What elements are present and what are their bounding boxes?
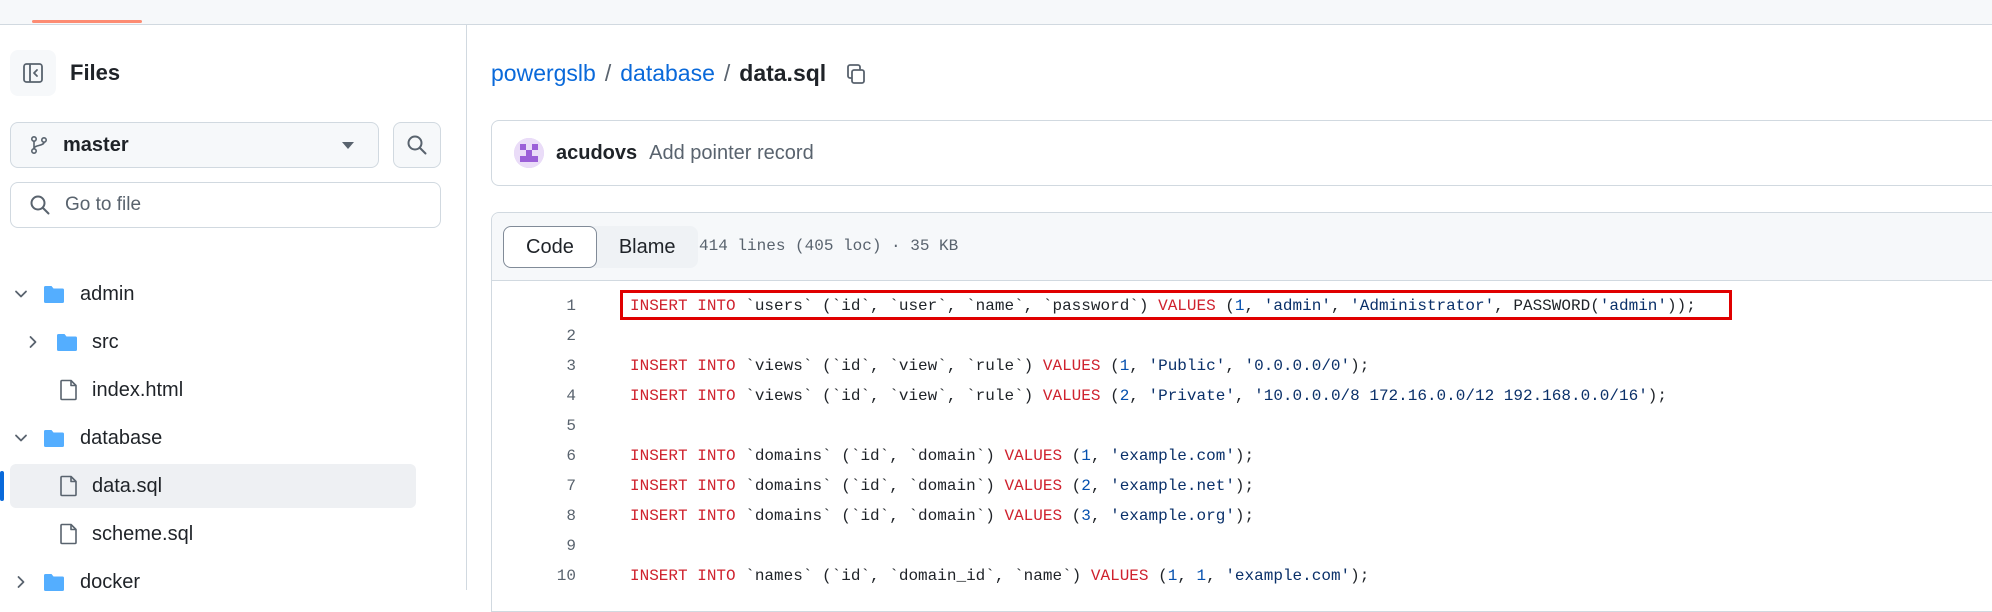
line-number[interactable]: 2 [492,327,576,345]
code-line: 2 [492,321,1992,351]
go-to-file-input[interactable] [63,193,427,217]
collapse-sidebar-button[interactable] [10,50,56,96]
line-number[interactable]: 1 [492,297,576,315]
code-text: INSERT INTO `names` (`id`, `domain_id`, … [630,567,1370,585]
file-icon [60,379,77,401]
breadcrumb-current-file: data.sql [739,60,827,86]
code-line: 5 [492,411,1992,441]
code-line: 9 [492,531,1992,561]
code-text: INSERT INTO `views` (`id`, `view`, `rule… [630,387,1667,405]
tree-item-src[interactable]: src [0,320,466,364]
file-icon [60,523,77,545]
line-number[interactable]: 5 [492,417,576,435]
sidebar-collapse-icon [23,63,43,83]
code-line: 10 INSERT INTO `names` (`id`, `domain_id`… [492,561,1992,591]
file-icon [60,475,77,497]
tab-blame[interactable]: Blame [597,226,698,268]
tree-item-data-sql[interactable]: data.sql [0,464,416,508]
folder-icon [44,574,64,591]
tree-item-admin[interactable]: admin [0,272,466,316]
avatar[interactable] [514,138,544,168]
chevron-down-icon [15,434,27,442]
file-view: powergslb / database / data.sql acudovs … [467,25,1992,612]
code-text: INSERT INTO `views` (`id`, `view`, `rule… [630,357,1370,375]
files-heading: Files [70,60,121,85]
line-number[interactable]: 7 [492,477,576,495]
line-number[interactable]: 3 [492,357,576,375]
code-line: 1 INSERT INTO `users` (`id`, `user`, `nam… [492,290,1992,321]
search-files-button[interactable] [393,122,441,168]
go-to-file-field[interactable] [10,182,441,228]
code-line: 3 INSERT INTO `views` (`id`, `view`, `rul… [492,351,1992,381]
breadcrumb-repo-link[interactable]: powergslb [491,60,596,87]
copy-icon[interactable] [844,62,868,86]
tree-item-label: database [80,427,163,449]
highlight-box [620,290,1732,320]
folder-icon [57,334,77,351]
line-number[interactable]: 4 [492,387,576,405]
active-tab-indicator [32,20,142,23]
identicon-icon [514,138,544,168]
code-viewer: Code Blame 414 lines (405 loc) · 35 KB 1… [491,212,1992,612]
code-text: INSERT INTO `domains` (`id`, `domain`) V… [630,447,1255,465]
chevron-right-icon [29,336,37,348]
line-number[interactable]: 10 [492,567,576,585]
code-text: INSERT INTO `domains` (`id`, `domain`) V… [630,507,1255,525]
commit-author[interactable]: acudovs [556,142,637,165]
chevron-right-icon [17,576,25,588]
code-viewer-header: Code Blame 414 lines (405 loc) · 35 KB [492,213,1992,281]
file-tree-sidebar: Files master Go to file admin src index.… [0,25,467,593]
selected-indicator [0,471,4,501]
line-number[interactable]: 8 [492,507,576,525]
tree-item-index-html[interactable]: index.html [0,368,466,412]
tree-item-label: index.html [92,379,184,401]
tree-item-scheme-sql[interactable]: scheme.sql [0,512,466,556]
browser-tab-strip [0,0,1992,25]
folder-icon [44,430,64,447]
chevron-down-icon [342,142,354,149]
chevron-down-icon [15,290,27,298]
code-line: 6 INSERT INTO `domains` (`id`, `domain`) … [492,441,1992,471]
tab-code[interactable]: Code [503,226,597,268]
breadcrumb: powergslb / database / data.sql [491,60,868,87]
tree-item-label: docker [80,571,141,593]
view-mode-toggle: Code Blame [503,226,698,268]
tree-item-label: admin [80,283,135,305]
latest-commit-bar: acudovs Add pointer record [491,120,1992,186]
search-icon [407,135,427,155]
tree-item-label: src [92,331,119,353]
folder-icon [44,286,64,303]
git-branch-icon [30,135,48,155]
code-text: INSERT INTO `domains` (`id`, `domain`) V… [630,477,1255,495]
tree-item-database[interactable]: database [0,416,466,460]
breadcrumb-folder-link[interactable]: database [620,60,715,87]
search-icon [30,195,50,215]
line-number[interactable]: 9 [492,537,576,555]
commit-message[interactable]: Add pointer record [649,142,814,165]
code-line: 4 INSERT INTO `views` (`id`, `view`, `rul… [492,381,1992,411]
code-line: 7 INSERT INTO `domains` (`id`, `domain`) … [492,471,1992,501]
line-number[interactable]: 6 [492,447,576,465]
branch-selector[interactable]: master [10,122,379,168]
breadcrumb-separator: / [604,60,612,86]
tree-item-label: scheme.sql [92,523,194,545]
breadcrumb-separator: / [723,60,731,86]
tree-item-label: data.sql [92,475,163,497]
code-line: 8 INSERT INTO `domains` (`id`, `domain`) … [492,501,1992,531]
branch-name: master [63,133,129,156]
file-stats: 414 lines (405 loc) · 35 KB [699,237,959,255]
tree-item-docker[interactable]: docker [0,560,466,604]
